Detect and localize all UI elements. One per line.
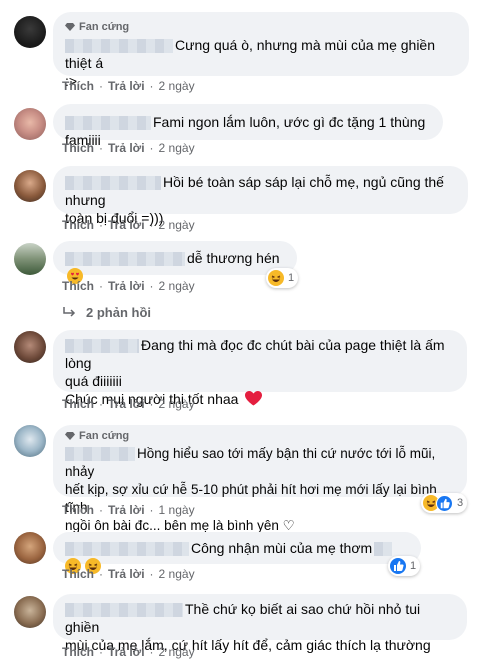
comment-text: Công nhận mùi của mẹ thơm: [191, 540, 373, 556]
reply-button[interactable]: Trả lời: [108, 78, 145, 94]
like-button[interactable]: Thích: [62, 78, 94, 94]
avatar[interactable]: [14, 16, 46, 48]
comment-actions: Thích · Trả lời · 2 ngày: [62, 217, 195, 233]
avatar[interactable]: [14, 243, 46, 275]
blurred-name: [65, 176, 161, 191]
blurred-name: [65, 603, 183, 618]
blurred-name: [65, 542, 189, 557]
comment-text: dễ thương hén: [187, 250, 280, 266]
blurred-name: [65, 252, 185, 267]
comment-actions: Thích · Trả lời · 2 ngày: [62, 78, 195, 94]
timestamp[interactable]: 2 ngày: [159, 278, 195, 294]
timestamp[interactable]: 2 ngày: [159, 566, 195, 582]
comment-actions: Thích · Trả lời · 1 ngày: [62, 502, 195, 518]
fan-badge: Fan cứng: [65, 429, 455, 443]
like-reaction-icon: [436, 494, 453, 512]
avatar[interactable]: [14, 425, 46, 457]
reaction-count: 3: [457, 497, 464, 509]
diamond-icon: [65, 432, 75, 440]
like-reaction-icon: [390, 558, 406, 574]
comment-bubble: Fami ngon lắm luôn, ước gì đc tặng 1 thù…: [53, 104, 443, 148]
timestamp[interactable]: 2 ngày: [159, 78, 195, 94]
reaction-summary[interactable]: 1: [266, 268, 299, 288]
reply-button[interactable]: Trả lời: [108, 140, 145, 156]
comment-actions: Thích · Trả lời · 2 ngày: [62, 278, 195, 294]
timestamp[interactable]: 2 ngày: [159, 396, 195, 412]
blurred-name: [65, 116, 151, 131]
comment-actions: Thích · Trả lời · 2 ngày: [62, 566, 195, 582]
reply-button[interactable]: Trả lời: [108, 566, 145, 582]
like-button[interactable]: Thích: [62, 278, 94, 294]
fan-badge: Fan cứng: [65, 20, 457, 34]
comment-bubble: dễ thương hén: [53, 241, 297, 284]
like-button[interactable]: Thích: [62, 140, 94, 156]
comment-actions: Thích · Trả lời · 2 ngày: [62, 396, 195, 412]
reply-button[interactable]: Trả lời: [108, 217, 145, 233]
diamond-icon: [65, 23, 75, 31]
reaction-summary[interactable]: 3: [421, 493, 468, 513]
comment-bubble: Thề chứ kọ biết ai sao chứ hồi nhỏ tui g…: [53, 594, 467, 653]
comment-bubble: Fan cứng Cưng quá ò, nhưng mà mùi của mẹ…: [53, 12, 469, 89]
timestamp[interactable]: 2 ngày: [159, 140, 195, 156]
comment-actions: Thích · Trả lời · 2 ngày: [62, 140, 195, 156]
reply-button[interactable]: Trả lời: [108, 502, 145, 518]
avatar[interactable]: [14, 596, 46, 628]
avatar[interactable]: [14, 532, 46, 564]
avatar[interactable]: [14, 170, 46, 202]
reply-button[interactable]: Trả lời: [108, 396, 145, 412]
blurred-text: [374, 542, 393, 557]
like-button[interactable]: Thích: [62, 396, 94, 412]
blurred-name: [65, 339, 139, 354]
timestamp[interactable]: 1 ngày: [159, 502, 195, 518]
like-button[interactable]: Thích: [62, 217, 94, 233]
reply-button[interactable]: Trả lời: [108, 278, 145, 294]
blurred-name: [65, 39, 173, 54]
like-button[interactable]: Thích: [62, 502, 94, 518]
view-replies-link[interactable]: 2 phản hồi: [62, 305, 151, 320]
red-heart-icon: [245, 391, 263, 406]
reply-button[interactable]: Trả lời: [108, 644, 145, 660]
like-button[interactable]: Thích: [62, 566, 94, 582]
reply-arrow-icon: [63, 306, 76, 317]
blurred-name: [65, 447, 135, 462]
avatar[interactable]: [14, 108, 46, 140]
comment-actions: Thích · Trả lời · 2 ngày: [62, 644, 195, 660]
comment-bubble: Fan cứng Hồng hiểu sao tới mấy bận thi c…: [53, 425, 467, 533]
reaction-summary[interactable]: 1: [388, 556, 421, 576]
comment-text: quá điiiiiii: [65, 373, 122, 389]
timestamp[interactable]: 2 ngày: [159, 217, 195, 233]
comment-bubble: Hồi bé toàn sáp sáp lại chỗ mẹ, ngủ cũng…: [53, 166, 468, 226]
avatar[interactable]: [14, 331, 46, 363]
comment-bubble: Công nhận mùi của mẹ thơm: [53, 532, 421, 574]
timestamp[interactable]: 2 ngày: [159, 644, 195, 660]
reaction-count: 1: [410, 560, 417, 572]
like-button[interactable]: Thích: [62, 644, 94, 660]
replies-count-label[interactable]: 2 phản hồi: [86, 305, 151, 320]
haha-reaction-icon: [268, 270, 284, 286]
comment-bubble: Đang thi mà đọc đc chút bài của page thi…: [53, 330, 467, 407]
reaction-count: 1: [288, 272, 295, 284]
